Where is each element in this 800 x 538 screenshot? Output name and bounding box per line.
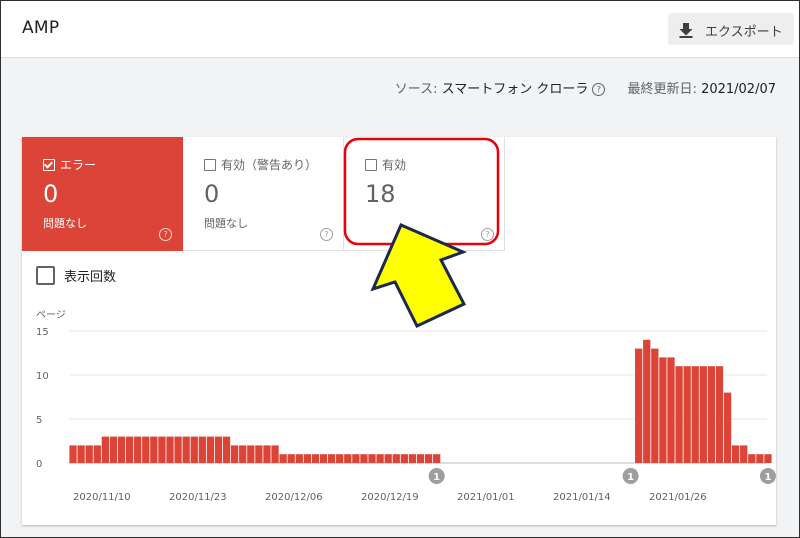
bar <box>368 454 376 463</box>
bar <box>352 454 360 463</box>
bar <box>158 436 166 463</box>
bar <box>77 445 85 463</box>
bar <box>117 436 126 463</box>
bar <box>279 454 287 463</box>
bar <box>101 436 110 463</box>
bar <box>327 454 336 463</box>
bar <box>231 445 239 463</box>
bar <box>675 366 683 463</box>
annotation-label: 1 <box>433 472 440 483</box>
bar <box>247 445 255 463</box>
bar <box>691 366 699 463</box>
header-bar: AMP エクスポート <box>1 1 799 58</box>
bar <box>142 436 150 463</box>
bar <box>651 348 659 463</box>
bar <box>699 366 707 463</box>
bar <box>198 436 206 463</box>
bar <box>150 436 158 463</box>
bar <box>182 436 190 463</box>
bar <box>376 454 384 463</box>
bar <box>93 445 101 463</box>
x-tick-label: 2021/01/01 <box>457 492 515 503</box>
pages-bar-chart: ページ 0 5 10 15 1 1 1 2020/11/10 2020/11/23 2020/12/… <box>36 310 776 503</box>
bar <box>360 454 368 463</box>
bar <box>69 445 77 463</box>
bar <box>707 366 716 463</box>
bar <box>336 454 344 463</box>
bar <box>400 454 408 463</box>
x-tick-label: 2020/11/23 <box>169 492 227 503</box>
bar <box>748 454 756 463</box>
bar <box>287 454 295 463</box>
export-label: エクスポート <box>705 25 783 40</box>
x-tick-label: 2020/12/06 <box>265 492 323 503</box>
bar <box>667 357 675 463</box>
bar <box>723 392 732 463</box>
bar <box>731 445 740 463</box>
bar <box>659 357 667 463</box>
bar <box>255 445 263 463</box>
bar <box>263 445 271 463</box>
annotation-label: 1 <box>627 472 634 483</box>
annotation-label: 1 <box>764 472 771 483</box>
bar <box>134 436 142 463</box>
bar <box>740 445 748 463</box>
bar <box>295 454 303 463</box>
bar <box>271 445 279 463</box>
bar <box>715 366 724 463</box>
bar <box>683 366 691 463</box>
x-tick-label: 2021/01/26 <box>649 492 707 503</box>
bar <box>311 454 320 463</box>
export-button[interactable]: エクスポート <box>668 13 794 45</box>
updated-value: 2021/02/07 <box>701 82 776 97</box>
bar <box>85 445 93 463</box>
bar <box>643 339 651 463</box>
download-icon <box>679 23 693 38</box>
x-tick-label: 2021/01/14 <box>553 492 611 503</box>
bar <box>433 454 441 463</box>
bar <box>756 454 764 463</box>
y-tick-label: 0 <box>36 459 42 470</box>
bar <box>214 436 223 463</box>
bar <box>416 454 425 463</box>
bar <box>344 454 352 463</box>
bar <box>408 454 417 463</box>
y-axis-label: ページ <box>36 310 66 321</box>
source-info: ソース: スマートフォン クローラ? 最終更新日: 2021/02/07 <box>395 78 776 97</box>
source-label: ソース: <box>394 82 438 97</box>
status-card: エラー 0 問題なし ? 有効（警告あり） 0 問題なし ? 有効 18 ? 表… <box>22 137 776 525</box>
updated-label: 最終更新日: <box>627 82 697 97</box>
bar <box>764 454 772 463</box>
y-tick-label: 5 <box>36 415 42 426</box>
y-tick-label: 10 <box>36 371 49 382</box>
bar <box>239 445 247 463</box>
bar <box>303 454 312 463</box>
bar <box>222 436 231 463</box>
y-tick-label: 15 <box>36 327 49 338</box>
source-value: スマートフォン クローラ <box>441 82 589 97</box>
bar <box>635 348 643 463</box>
bar <box>392 454 400 463</box>
bar <box>125 436 134 463</box>
bar <box>384 454 392 463</box>
help-icon[interactable]: ? <box>592 83 606 96</box>
page-title: AMP <box>22 18 60 38</box>
bar <box>190 436 198 463</box>
x-tick-label: 2020/12/19 <box>361 492 419 503</box>
x-tick-label: 2020/11/10 <box>73 492 131 503</box>
bar <box>174 436 182 463</box>
bar <box>206 436 215 463</box>
bar <box>424 454 433 463</box>
bar <box>166 436 174 463</box>
bar <box>109 436 118 463</box>
bar <box>319 454 328 463</box>
